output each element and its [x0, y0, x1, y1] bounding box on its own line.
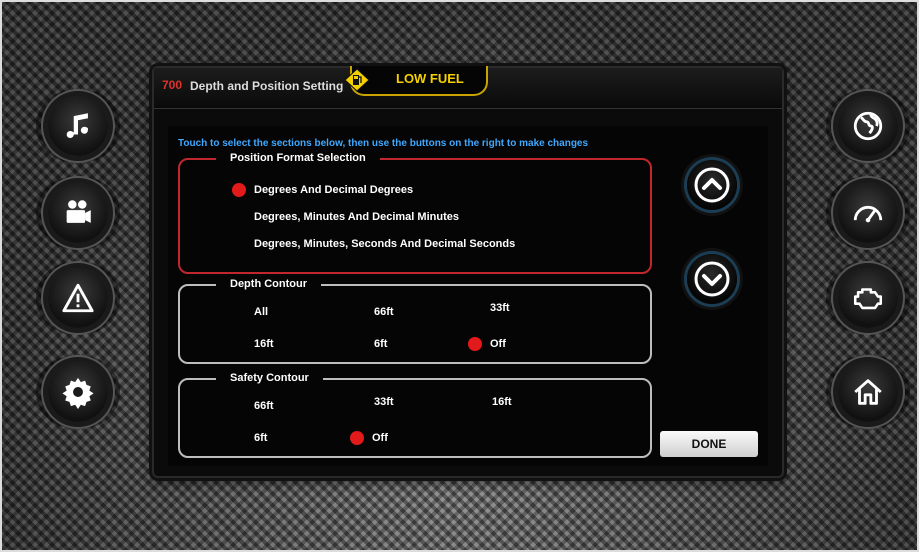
home-button[interactable]: [838, 362, 898, 422]
done-button[interactable]: DONE: [660, 431, 758, 457]
selected-dot: [350, 431, 364, 445]
depth-option-off[interactable]: Off: [490, 338, 506, 350]
fuel-pump-icon: [344, 68, 370, 92]
speedometer-icon: [853, 205, 883, 223]
chevron-down-icon: [694, 261, 730, 297]
engine-icon: [853, 288, 883, 310]
safety-option-33ft[interactable]: 33ft: [374, 396, 394, 408]
selected-dot: [232, 183, 246, 197]
depth-option-16ft[interactable]: 16ft: [254, 338, 274, 350]
position-format-title: Position Format Selection: [216, 152, 380, 164]
warning-icon: [62, 283, 94, 313]
settings-panel: 700 Depth and Position Setting LOW FUEL …: [152, 66, 784, 478]
engine-button[interactable]: [838, 268, 898, 328]
safety-option-off[interactable]: Off: [372, 432, 388, 444]
video-camera-button[interactable]: [48, 183, 108, 243]
safety-contour-section[interactable]: Safety Contour 66ft 33ft 16ft 6ft Off: [178, 372, 652, 458]
depth-option-all[interactable]: All: [254, 306, 268, 318]
selected-dot: [468, 337, 482, 351]
navigation-button[interactable]: [838, 96, 898, 156]
safety-option-16ft[interactable]: 16ft: [492, 396, 512, 408]
position-option-decimal-degrees[interactable]: Degrees And Decimal Degrees: [232, 182, 552, 200]
music-icon: [66, 113, 88, 139]
settings-button[interactable]: [48, 362, 108, 422]
low-fuel-label: LOW FUEL: [396, 71, 464, 86]
warning-button[interactable]: [48, 268, 108, 328]
depth-contour-section[interactable]: Depth Contour All 66ft 33ft 16ft 6ft Off: [178, 278, 652, 364]
depth-option-6ft[interactable]: 6ft: [374, 338, 387, 350]
position-option-decimal-minutes[interactable]: Degrees, Minutes And Decimal Minutes: [232, 209, 552, 227]
globe-icon: [853, 111, 883, 141]
page-title: Depth and Position Setting: [190, 79, 344, 93]
safety-option-6ft[interactable]: 6ft: [254, 432, 267, 444]
safety-contour-title: Safety Contour: [216, 372, 323, 384]
home-icon: [854, 379, 882, 405]
safety-option-66ft[interactable]: 66ft: [254, 400, 274, 412]
gear-icon: [62, 377, 94, 409]
screen-number: 700: [162, 78, 183, 92]
music-button[interactable]: [48, 96, 108, 156]
depth-option-66ft[interactable]: 66ft: [374, 306, 394, 318]
depth-option-33ft[interactable]: 33ft: [490, 302, 510, 314]
position-format-section[interactable]: Position Format Selection Degrees And De…: [178, 152, 652, 274]
gauges-button[interactable]: [838, 183, 898, 243]
instructions-text: Touch to select the sections below, then…: [178, 138, 589, 149]
scroll-up-button[interactable]: [687, 160, 737, 210]
chevron-up-icon: [694, 167, 730, 203]
low-fuel-alert[interactable]: LOW FUEL: [344, 66, 488, 96]
scroll-down-button[interactable]: [687, 254, 737, 304]
position-option-decimal-seconds[interactable]: Degrees, Minutes, Seconds And Decimal Se…: [232, 236, 612, 254]
depth-contour-title: Depth Contour: [216, 278, 321, 290]
video-camera-icon: [66, 200, 91, 223]
